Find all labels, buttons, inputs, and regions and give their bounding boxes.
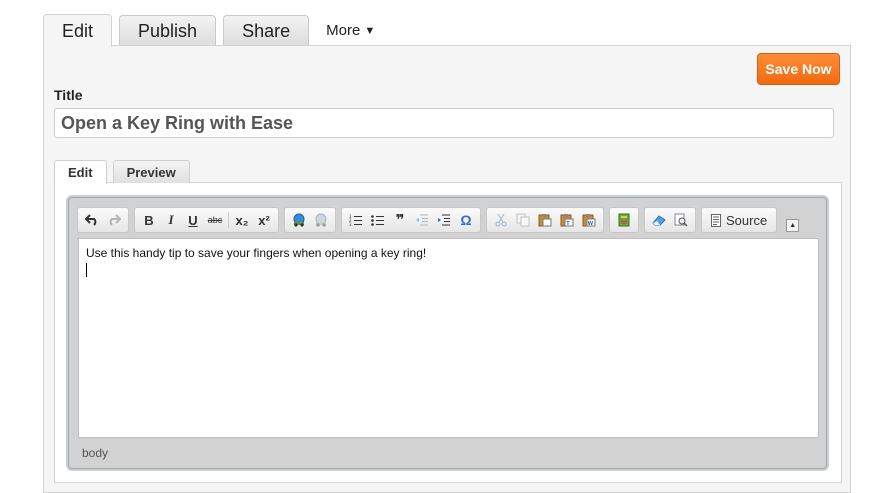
toolbar-group-source: Source bbox=[701, 207, 778, 233]
redo-icon[interactable] bbox=[103, 210, 125, 230]
tab-publish[interactable]: Publish bbox=[119, 15, 217, 46]
svg-text:3: 3 bbox=[349, 222, 352, 226]
subscript-button[interactable]: x₂ bbox=[231, 210, 253, 230]
subtab-edit-label: Edit bbox=[68, 165, 93, 180]
toolbar-group-history bbox=[77, 207, 129, 233]
source-doc-icon bbox=[711, 213, 721, 227]
undo-icon[interactable] bbox=[81, 210, 103, 230]
outdent-icon[interactable] bbox=[411, 210, 433, 230]
toolbar-group-tools bbox=[644, 207, 696, 233]
svg-text:T: T bbox=[566, 221, 570, 227]
toolbar-group-media bbox=[609, 207, 639, 233]
copy-icon[interactable] bbox=[512, 210, 534, 230]
tab-edit-label: Edit bbox=[62, 20, 94, 41]
source-button-label: Source bbox=[726, 212, 768, 228]
subtab-preview[interactable]: Preview bbox=[112, 160, 190, 183]
strikethrough-button[interactable]: abc bbox=[204, 210, 226, 230]
rich-text-editor: B I U abc x₂ x² 123 ❞ Ω T W Source ▲ Use… bbox=[68, 197, 827, 469]
underline-button[interactable]: U bbox=[182, 210, 204, 230]
toolbar-group-clipboard: T W bbox=[486, 207, 604, 233]
svg-text:W: W bbox=[588, 221, 594, 227]
superscript-button[interactable]: x² bbox=[253, 210, 275, 230]
toolbar-group-links bbox=[284, 207, 336, 233]
paste-from-word-icon[interactable]: W bbox=[578, 210, 600, 230]
bulleted-list-icon[interactable] bbox=[367, 210, 389, 230]
title-input[interactable] bbox=[54, 108, 834, 138]
toolbar-group-format: B I U abc x₂ x² bbox=[134, 207, 279, 233]
unlink-icon[interactable] bbox=[310, 210, 332, 230]
editor-body-text: Use this handy tip to save your fingers … bbox=[86, 246, 427, 260]
element-path-status: body bbox=[82, 446, 109, 460]
blockquote-icon[interactable]: ❞ bbox=[389, 210, 411, 230]
text-cursor bbox=[86, 263, 87, 277]
special-character-icon[interactable]: Ω bbox=[455, 210, 477, 230]
title-label: Title bbox=[54, 87, 83, 103]
tab-share[interactable]: Share bbox=[223, 15, 310, 46]
source-button[interactable]: Source bbox=[705, 213, 773, 228]
paste-text-icon[interactable]: T bbox=[556, 210, 578, 230]
remove-format-icon[interactable] bbox=[648, 210, 670, 230]
paste-icon[interactable] bbox=[534, 210, 556, 230]
italic-button[interactable]: I bbox=[160, 210, 182, 230]
indent-icon[interactable] bbox=[433, 210, 455, 230]
bold-button[interactable]: B bbox=[138, 210, 160, 230]
tab-edit[interactable]: Edit bbox=[43, 14, 113, 47]
link-icon[interactable] bbox=[288, 210, 310, 230]
subtab-edit[interactable]: Edit bbox=[54, 160, 107, 184]
cut-icon[interactable] bbox=[490, 210, 512, 230]
editor-content-area[interactable]: Use this handy tip to save your fingers … bbox=[78, 238, 819, 438]
more-menu-label: More bbox=[326, 22, 361, 39]
tab-share-label: Share bbox=[242, 20, 291, 41]
toolbar-group-lists: 123 ❞ Ω bbox=[341, 207, 481, 233]
editor-toolbar: B I U abc x₂ x² 123 ❞ Ω T W Source ▲ bbox=[77, 206, 820, 234]
numbered-list-icon[interactable]: 123 bbox=[345, 210, 367, 230]
toolbar-separator bbox=[228, 212, 229, 228]
top-tab-bar: Edit Publish Share More ▼ bbox=[43, 14, 392, 47]
sub-tab-bar: Edit Preview bbox=[54, 160, 196, 184]
subtab-preview-label: Preview bbox=[126, 164, 176, 180]
more-menu[interactable]: More ▼ bbox=[316, 15, 385, 46]
caret-down-icon: ▼ bbox=[364, 24, 376, 37]
save-now-button[interactable]: Save Now bbox=[757, 53, 840, 85]
collapse-toolbar-icon[interactable]: ▲ bbox=[786, 218, 800, 232]
image-icon[interactable] bbox=[613, 210, 635, 230]
tab-publish-label: Publish bbox=[138, 20, 198, 41]
preview-doc-icon[interactable] bbox=[670, 210, 692, 230]
